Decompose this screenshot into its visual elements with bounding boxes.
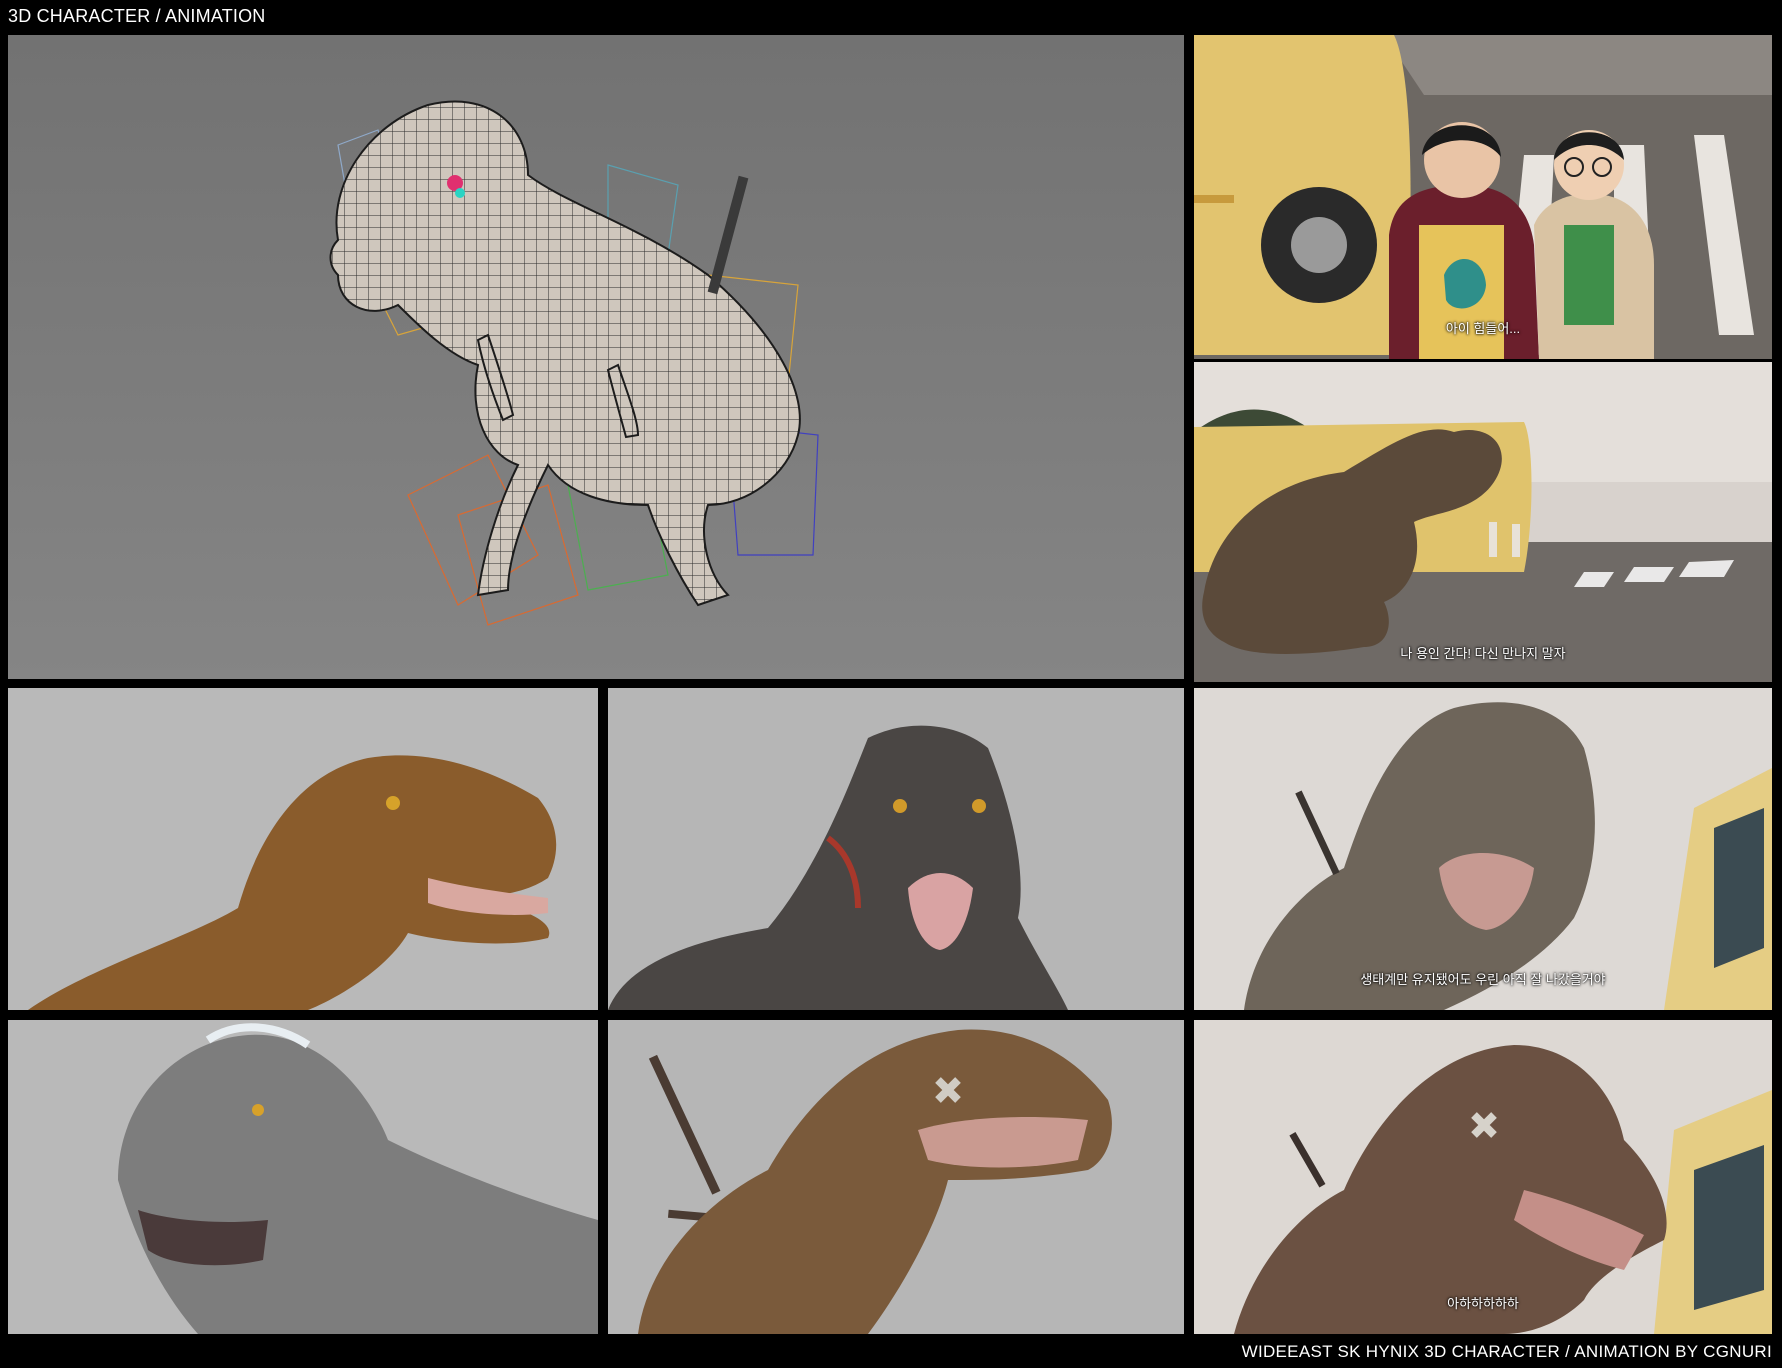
bus-kids-image — [1194, 35, 1772, 359]
bus-kids-frame: 아이 힘들어... — [1194, 35, 1772, 359]
brown-dino-side-image — [8, 688, 598, 1010]
t-rex-wireframe-image — [8, 35, 1184, 679]
dino-closeup-sky-image — [1194, 688, 1772, 1010]
studio-render-dark-front — [608, 688, 1184, 1010]
dino-bus-frame: 나 용인 간다! 다신 만나지 말자 — [1194, 362, 1772, 682]
studio-render-frozen — [8, 1020, 598, 1334]
footer-credit: WIDEEAST SK HYNIX 3D CHARACTER / ANIMATI… — [1241, 1342, 1772, 1361]
subtitle-text: 아이 힘들어... — [1445, 321, 1521, 336]
studio-render-bandaged — [608, 1020, 1184, 1334]
page-title: 3D CHARACTER / ANIMATION — [8, 6, 266, 26]
dino-laugh-image — [1194, 1020, 1772, 1334]
subtitle-text: 나 용인 간다! 다신 만나지 말자 — [1400, 646, 1566, 661]
subtitle-text: 아하하하하하 — [1447, 1296, 1519, 1311]
subtitle-text: 생태계만 유지됐어도 우린 아직 잘 나갔을거야 — [1360, 972, 1606, 987]
bandaged-dino-image — [608, 1020, 1184, 1334]
dino-laugh-frame: 아하하하하하 — [1194, 1020, 1772, 1334]
dino-bus-image — [1194, 362, 1772, 682]
dark-dino-front-image — [608, 688, 1184, 1010]
frozen-dino-image — [8, 1020, 598, 1334]
dino-closeup-sky-frame: 생태계만 유지됐어도 우린 아직 잘 나갔을거야 — [1194, 688, 1772, 1010]
wireframe-rig-panel — [8, 35, 1184, 679]
studio-render-brown-side — [8, 688, 598, 1010]
